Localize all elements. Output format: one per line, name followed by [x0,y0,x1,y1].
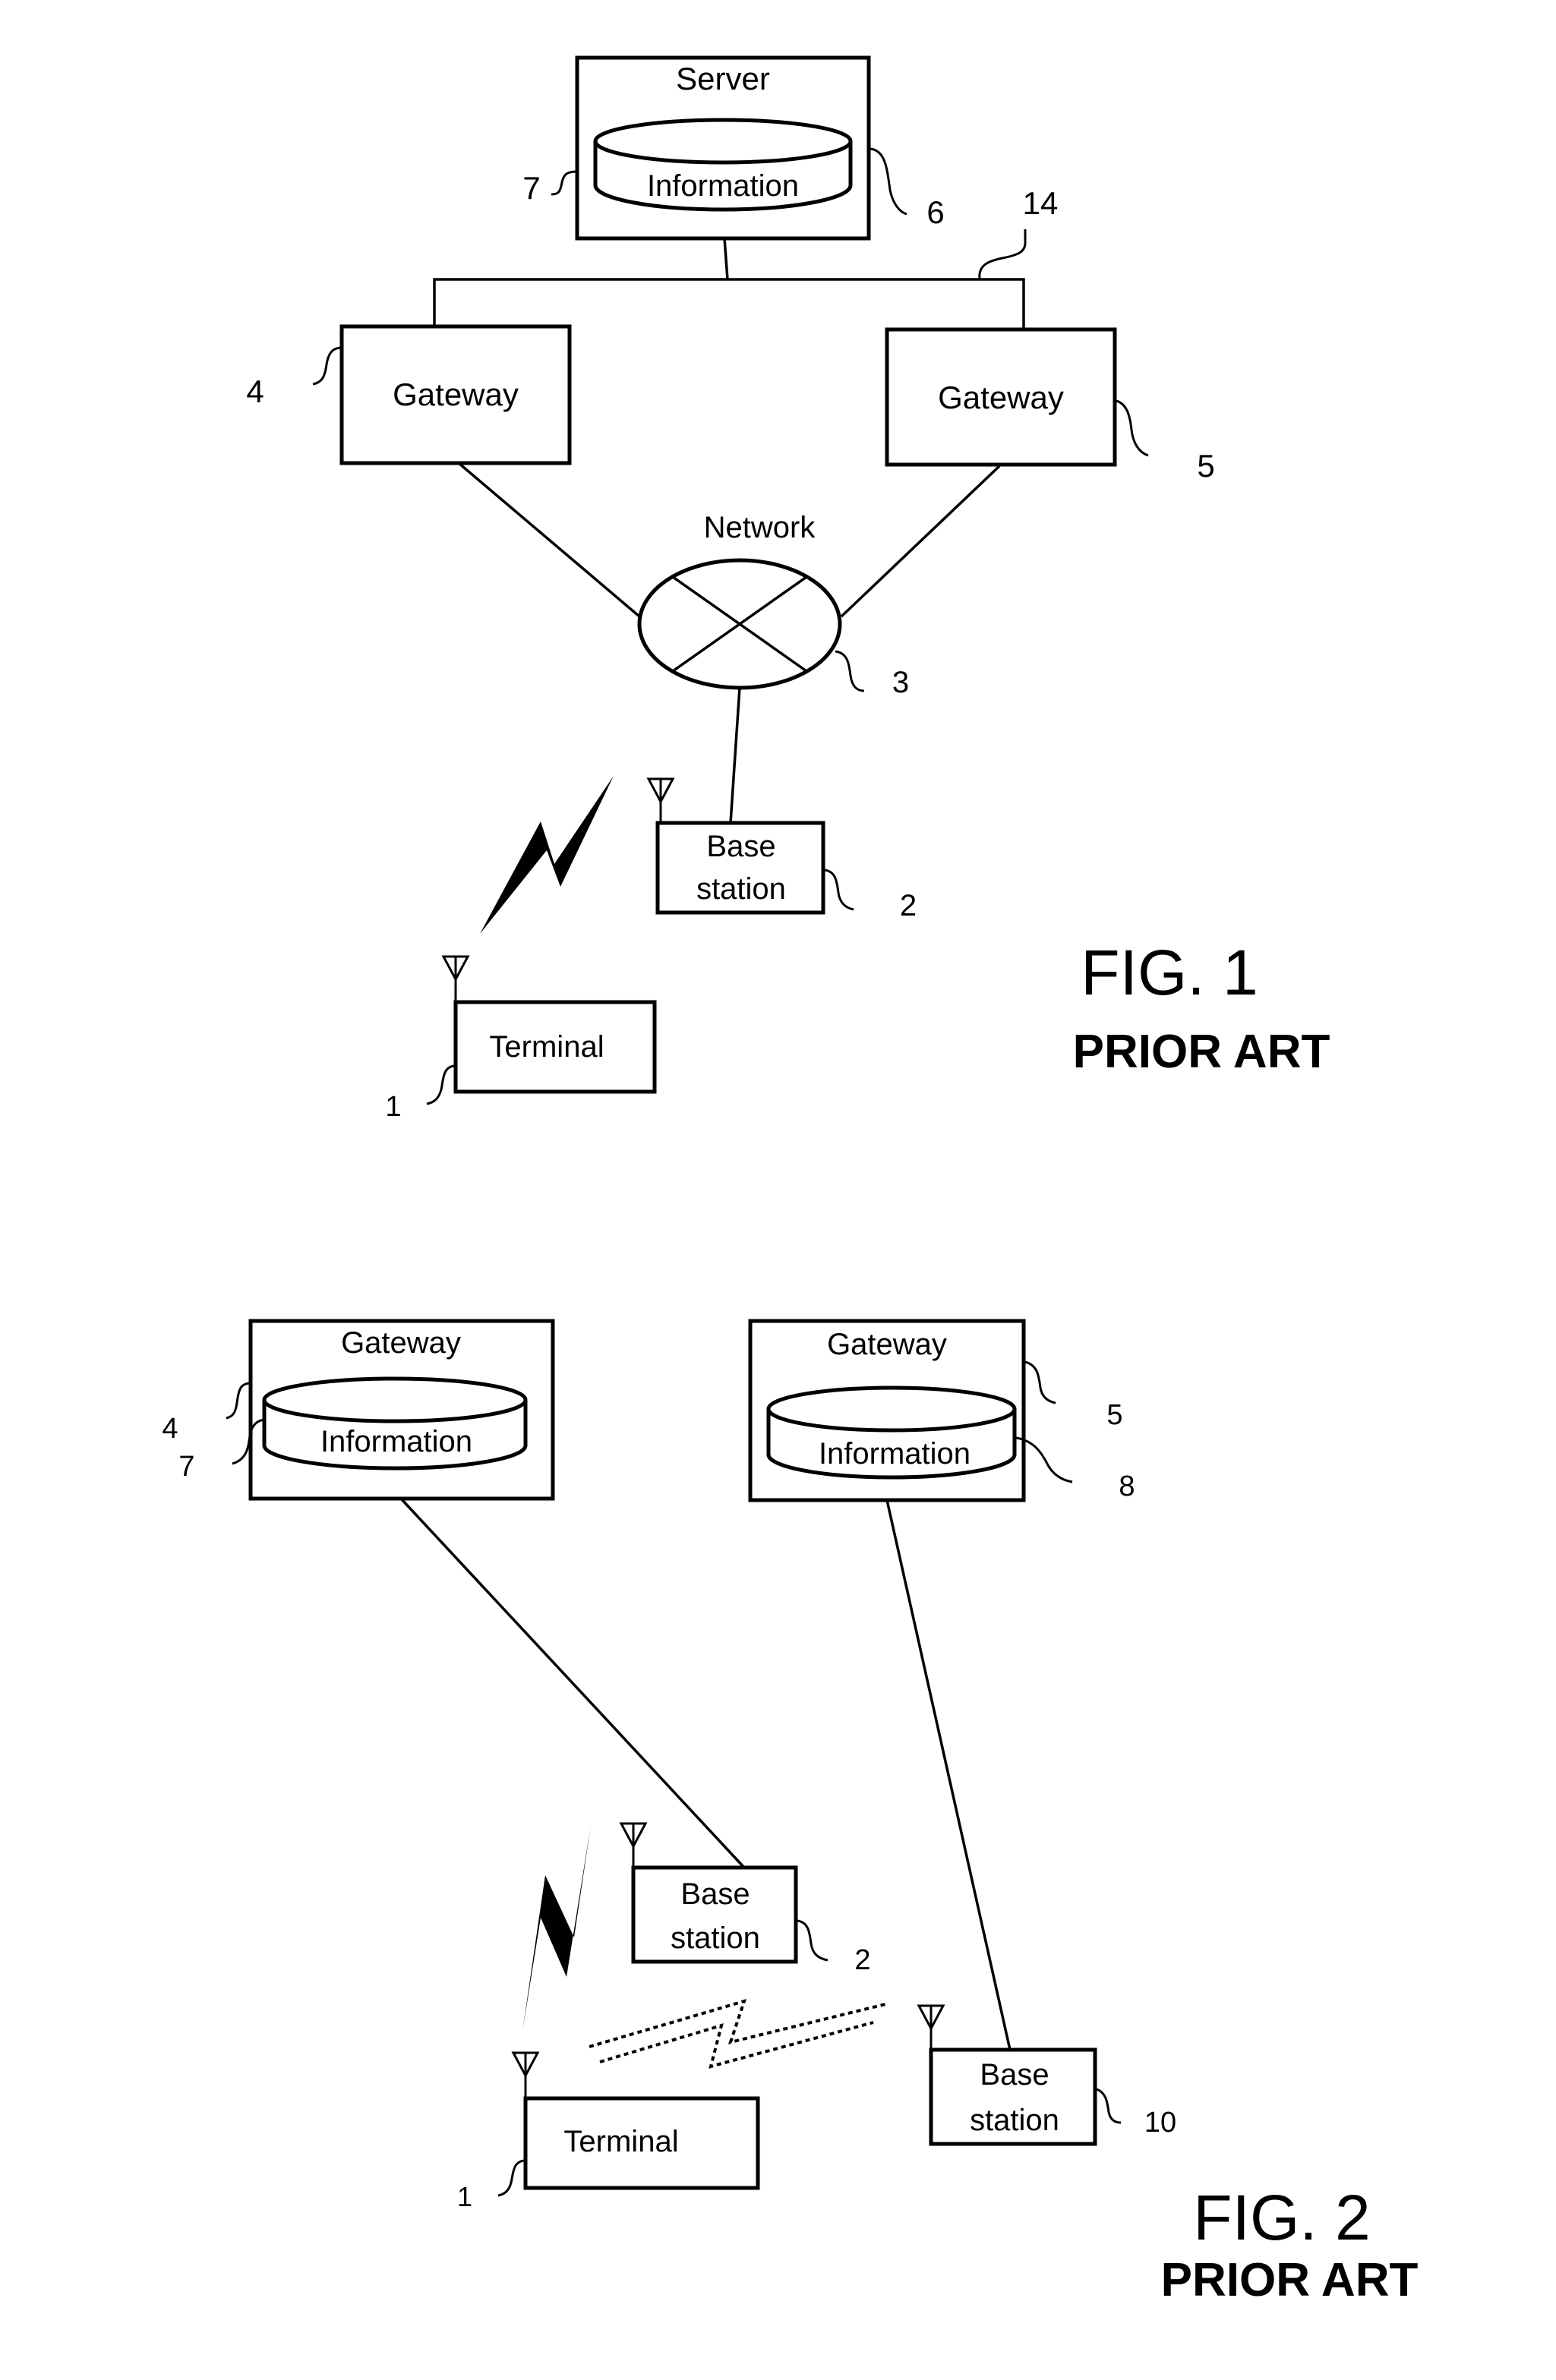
wireless-link-icon [480,776,614,934]
base-station-node-10: Base station 10 [917,2004,1176,2146]
server-node: Server Information 7 6 [522,55,945,241]
ref-5: 5 [1106,1399,1122,1431]
network-label: Network [704,511,816,544]
terminal-label: Terminal [563,2125,678,2158]
ref-8: 8 [1119,1471,1135,1502]
antenna-icon [512,2051,539,2077]
base-station-label-line2: station [696,872,786,906]
leader-line [426,1064,456,1105]
base-station-label-line1: Base [680,1877,750,1911]
ref-7: 7 [522,170,540,206]
figure-caption: FIG. 1 [1081,937,1258,1008]
db-label: Information [320,1425,472,1458]
base-station-label-line1: Base [706,830,775,863]
leader-line [497,2159,526,2197]
wired-link [399,1497,746,1869]
gateway-node-4: Gateway Information 4 7 [162,1319,555,1501]
leader-line [551,170,578,196]
leader-line [1096,2088,1122,2124]
wireless-link-icon [522,1825,591,2032]
gateway-label: Gateway [341,1326,461,1360]
server-label: Server [676,61,770,96]
leader-line [835,650,865,692]
patent-drawing: Server Information 7 6 14 Gateway 4 Gate… [162,55,1419,2306]
ref-7: 7 [178,1451,194,1483]
base-station-label-line1: Base [980,2058,1049,2092]
ref-4: 4 [162,1413,178,1445]
database-icon: Information [262,1376,528,1471]
ref-1: 1 [385,1091,401,1123]
antenna-icon [442,955,469,981]
leader-line [824,868,854,911]
database-icon: Information [766,1385,1017,1480]
db-label: Information [819,1437,971,1471]
ref-1: 1 [457,2181,472,2212]
ref-2: 2 [900,889,917,922]
ref-6: 6 [926,194,944,230]
figure-caption: FIG. 2 [1193,2182,1370,2253]
network-node: Network 3 [457,462,1001,824]
server-database-icon: Information [593,118,853,212]
gateway-node-5: Gateway Information 5 8 [748,1319,1135,1502]
ref-3: 3 [892,666,909,699]
server-db-label: Information [647,169,799,203]
antenna-icon [620,1822,647,1848]
terminal-node-1: Terminal 1 [457,2051,760,2212]
base-station-node-2: Base station 2 [647,777,917,922]
leader-line [1116,399,1149,457]
terminal-node-1: Terminal 1 [385,955,657,1123]
leader-line [226,1382,251,1420]
gateway-label: Gateway [827,1328,947,1361]
antenna-icon [917,2004,945,2030]
terminal-label: Terminal [489,1030,604,1064]
base-station-label-line2: station [970,2104,1059,2137]
figure-2: Gateway Information 4 7 Gateway Informat… [162,1319,1419,2306]
gateway-node-4: Gateway 4 [246,324,572,465]
base-station-node-2: Base station 2 [620,1822,871,1976]
gateway-label: Gateway [938,380,1064,415]
ref-2: 2 [854,1944,870,1976]
gateway-label: Gateway [393,377,519,412]
ref-14: 14 [1023,185,1059,221]
ref-10: 10 [1144,2107,1176,2139]
figure-1: Server Information 7 6 14 Gateway 4 Gate… [246,55,1330,1123]
leader-line [797,1919,828,1962]
wired-link [885,1499,1012,2051]
potential-wireless-link-outline [599,2021,874,2069]
base-station-label-line2: station [671,1921,760,1955]
ref-5: 5 [1197,448,1214,484]
figure-subcaption: PRIOR ART [1073,1026,1330,1078]
potential-wireless-link-icon [589,1999,886,2048]
gateway-node-5: Gateway 5 [885,327,1215,484]
leader-line [312,346,342,386]
leader-line [1024,1360,1056,1404]
figure-subcaption: PRIOR ART [1161,2254,1419,2306]
ref-4: 4 [246,374,264,409]
leader-line [870,147,907,216]
antenna-icon [647,777,674,803]
